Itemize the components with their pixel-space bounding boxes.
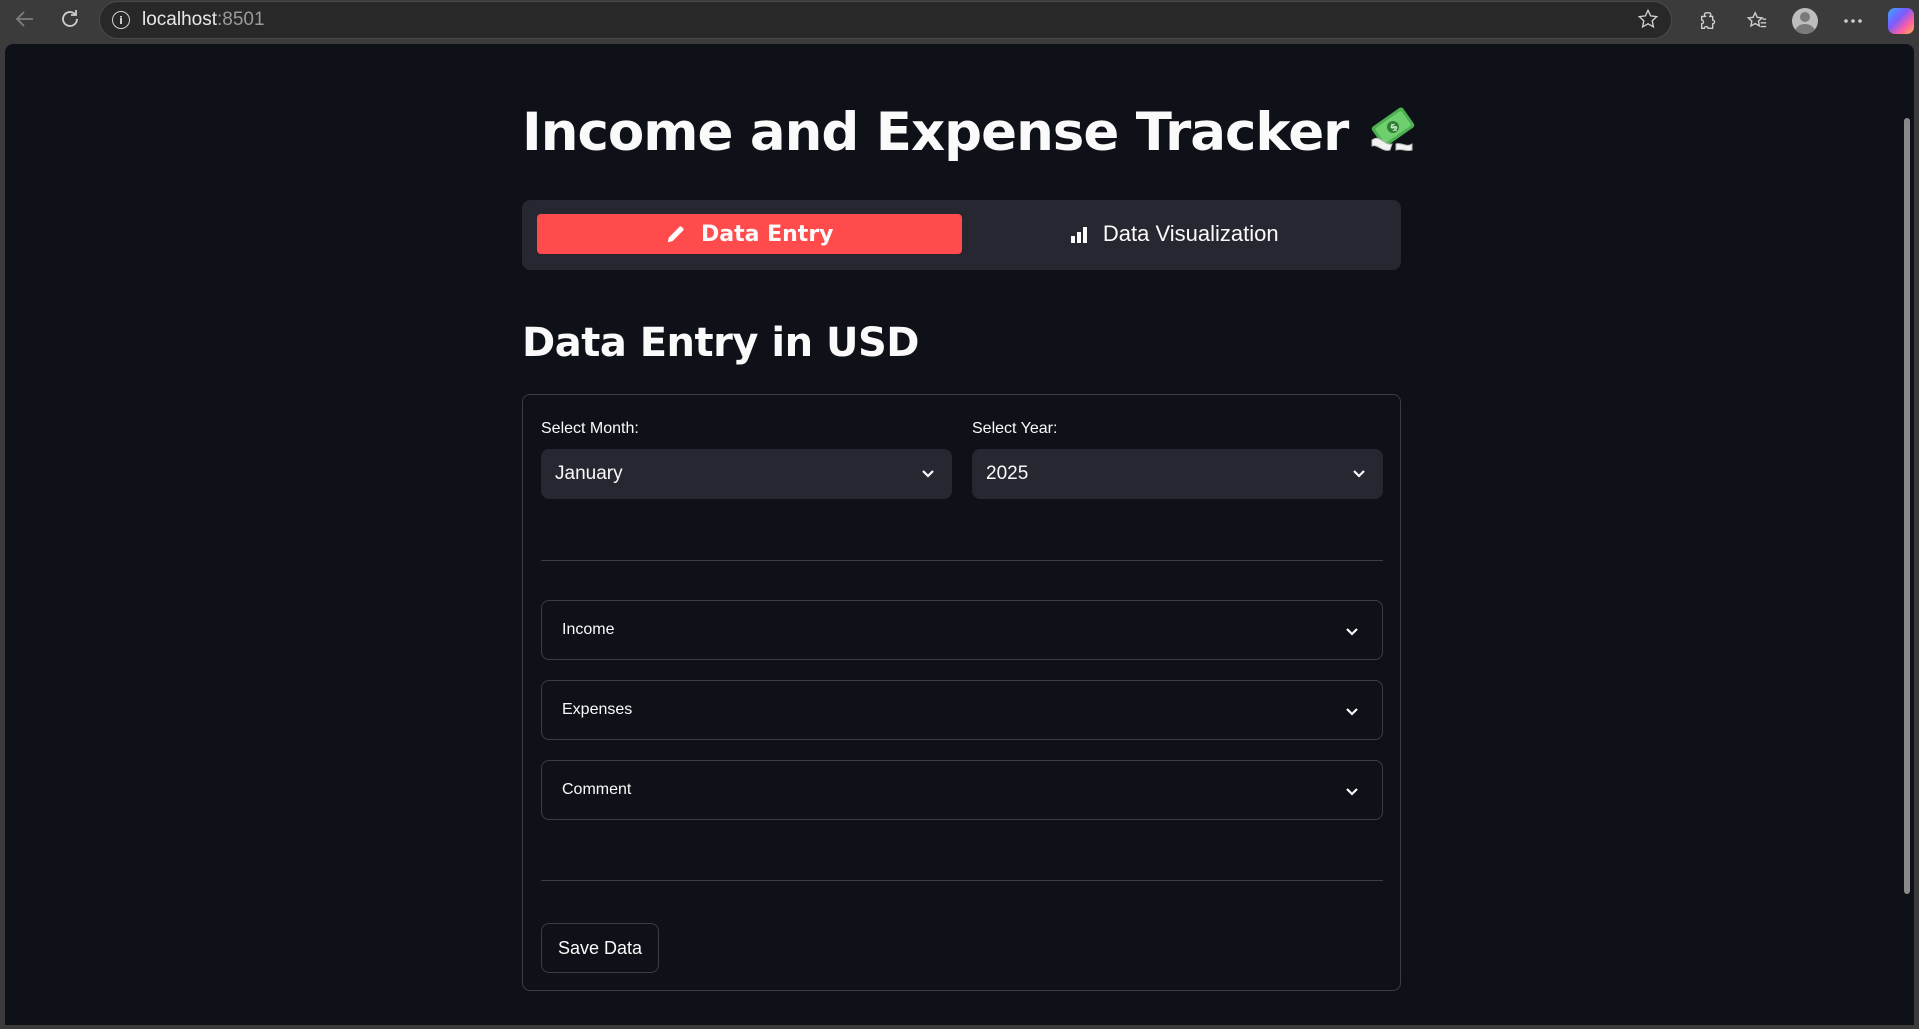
pencil-icon <box>665 223 687 245</box>
expenses-expander[interactable]: Expenses <box>541 680 1383 740</box>
extensions-icon[interactable] <box>1685 4 1733 38</box>
reload-icon[interactable] <box>55 4 85 34</box>
expenses-expander-label: Expenses <box>562 701 633 718</box>
chevron-down-icon <box>1351 465 1367 487</box>
url-text: localhost:8501 <box>142 9 265 31</box>
tab-bar: Data Entry Data Visualization <box>522 200 1401 270</box>
divider <box>541 560 1383 561</box>
tab-data-visualization[interactable]: Data Visualization <box>962 214 1387 254</box>
year-label: Select Year: <box>972 420 1058 437</box>
chevron-down-icon <box>1344 703 1360 724</box>
tab-data-entry[interactable]: Data Entry <box>537 214 962 254</box>
chevron-down-icon <box>1344 783 1360 804</box>
page-title: Income and Expense Tracker $ <box>522 100 1420 163</box>
year-select[interactable]: 2025 <box>972 449 1383 499</box>
income-expander-label: Income <box>562 621 615 638</box>
data-entry-form: Select Month: January Select Year: 2025 … <box>522 394 1401 991</box>
more-options-icon[interactable] <box>1829 4 1877 38</box>
money-with-wings-icon: $ <box>1366 100 1420 154</box>
comment-expander-label: Comment <box>562 781 632 798</box>
favorites-icon[interactable] <box>1733 4 1781 38</box>
tab-data-entry-label: Data Entry <box>700 221 834 247</box>
income-expander[interactable]: Income <box>541 600 1383 660</box>
favorite-star-icon[interactable] <box>1637 8 1659 36</box>
copilot-icon[interactable] <box>1877 4 1919 38</box>
month-select-value: January <box>555 463 623 484</box>
scrollbar[interactable] <box>1904 118 1910 894</box>
profile-icon[interactable] <box>1781 4 1829 38</box>
save-data-button[interactable]: Save Data <box>541 923 660 973</box>
comment-expander[interactable]: Comment <box>541 760 1383 820</box>
tab-data-visualization-label: Data Visualization <box>1102 221 1279 246</box>
chevron-down-icon <box>1344 623 1360 644</box>
url-port: :8501 <box>217 9 265 30</box>
address-bar[interactable]: i localhost:8501 <box>99 1 1672 39</box>
chevron-down-icon <box>920 465 936 487</box>
url-host: localhost <box>142 9 217 30</box>
month-select[interactable]: January <box>541 449 952 499</box>
back-icon[interactable] <box>10 4 40 34</box>
divider <box>541 880 1383 881</box>
app-viewport: Income and Expense Tracker $ Data Entry … <box>5 44 1914 1025</box>
page-title-text: Income and Expense Tracker <box>522 102 1349 163</box>
year-select-value: 2025 <box>986 463 1029 484</box>
section-title: Data Entry in USD <box>522 320 920 366</box>
bar-chart-icon <box>1069 224 1089 244</box>
month-label: Select Month: <box>541 420 639 437</box>
browser-toolbar: i localhost:8501 <box>0 0 1919 43</box>
info-icon[interactable]: i <box>112 11 130 29</box>
